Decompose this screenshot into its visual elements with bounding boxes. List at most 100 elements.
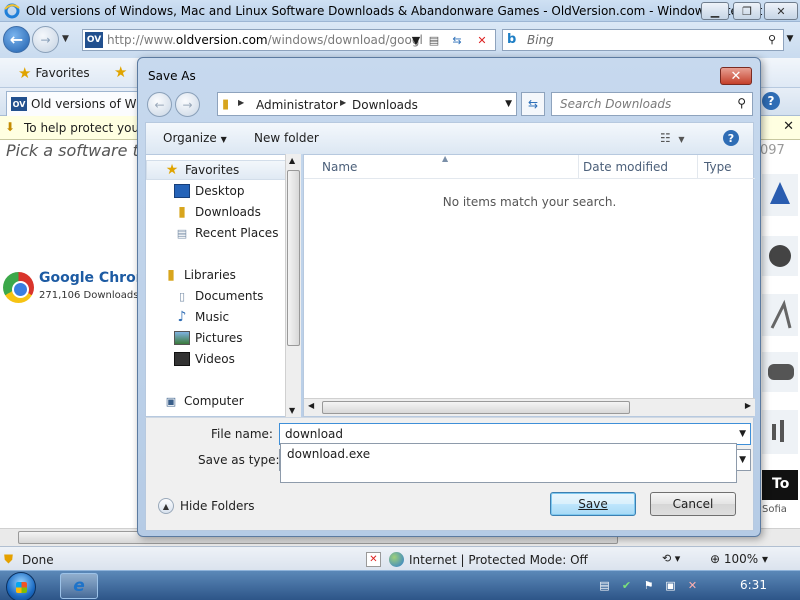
search-icon[interactable]: ⚲: [737, 96, 746, 110]
scroll-right-icon[interactable]: ▶: [745, 401, 751, 410]
breadcrumb-arrow-icon[interactable]: ▶: [238, 98, 244, 107]
nav-documents[interactable]: ▯ Documents: [146, 286, 286, 306]
breadcrumb[interactable]: ▮ ▶ Administrator ▶ Downloads ▼: [217, 92, 517, 116]
nav-libraries[interactable]: ▮ Libraries: [146, 265, 286, 285]
nav-videos-label: Videos: [195, 352, 235, 366]
infobar-text: To help protect your: [24, 121, 145, 135]
favorites-star-icon: ★: [18, 64, 32, 82]
window-close-button[interactable]: ✕: [764, 2, 798, 20]
ie-title-bar: Old versions of Windows, Mac and Linux S…: [0, 0, 800, 22]
action-center-flag-icon[interactable]: ⚑: [641, 578, 656, 593]
stop-icon[interactable]: ✕: [472, 31, 492, 49]
compatibility-view-icon[interactable]: ▤: [424, 31, 444, 49]
save-as-type-dropdown-icon[interactable]: ▼: [739, 455, 746, 465]
volume-icon[interactable]: ✕: [685, 578, 700, 593]
file-name-value[interactable]: download: [285, 427, 343, 441]
search-options-dropdown-icon[interactable]: ▼: [780, 30, 800, 48]
folder-refresh-icon[interactable]: ⇆: [521, 92, 545, 116]
breadcrumb-dropdown-icon[interactable]: ▼: [505, 99, 512, 109]
cancel-button[interactable]: Cancel: [650, 492, 736, 516]
empty-folder-message: No items match your search.: [442, 195, 617, 209]
recent-pages-dropdown-icon[interactable]: ▼: [62, 34, 69, 44]
minimize-button[interactable]: ▁: [701, 2, 729, 20]
file-list-horizontal-scrollbar[interactable]: ◀ ▶: [304, 398, 755, 416]
taskbar-ie-icon[interactable]: e: [60, 573, 98, 599]
scroll-up-icon[interactable]: ▲: [289, 156, 295, 165]
favorites-label: Favorites: [35, 66, 90, 80]
infobar-close-icon[interactable]: ✕: [783, 119, 794, 134]
file-list-scroll-thumb[interactable]: [322, 401, 630, 414]
dialog-help-icon[interactable]: ?: [723, 130, 739, 146]
column-date-modified[interactable]: Date modified: [583, 160, 668, 174]
favorites-star-icon: ★: [165, 162, 179, 178]
column-type[interactable]: Type: [704, 160, 732, 174]
restore-button[interactable]: ❐: [733, 2, 761, 20]
file-details-area: File name: download ▼ Save as type: ▼ do…: [145, 417, 754, 531]
navigation-scroll-thumb[interactable]: [287, 170, 300, 346]
chrome-logo-icon[interactable]: [3, 272, 34, 303]
nav-videos[interactable]: Videos: [146, 349, 286, 369]
software-listing-name[interactable]: Google Chrom: [39, 270, 150, 286]
clock[interactable]: 6:31: [740, 578, 767, 592]
breadcrumb-arrow-icon[interactable]: ▶: [340, 98, 346, 107]
favorites-button[interactable]: ★ Favorites: [12, 63, 96, 83]
dialog-back-button[interactable]: ←: [147, 92, 172, 117]
nav-computer[interactable]: ▣ Computer: [146, 391, 286, 411]
downloads-folder-icon: ▮: [178, 204, 186, 220]
nav-music[interactable]: ♪ Music: [146, 307, 286, 327]
browser-tab[interactable]: OV Old versions of Wind: [6, 91, 155, 116]
chevron-down-icon: ▼: [220, 135, 227, 144]
address-text[interactable]: http://www.oldversion.com/windows/downlo…: [107, 33, 423, 47]
scroll-down-icon[interactable]: ▼: [289, 406, 295, 415]
refresh-icon[interactable]: ⇆: [447, 31, 467, 49]
breadcrumb-downloads[interactable]: Downloads: [352, 98, 418, 112]
network-icon[interactable]: ▣: [663, 578, 678, 593]
dialog-title: Save As: [148, 69, 196, 83]
forward-button[interactable]: →: [32, 26, 59, 53]
new-folder-button[interactable]: New folder: [254, 131, 319, 145]
file-list[interactable]: Name ▲ Date modified Type No items match…: [303, 154, 755, 417]
navigation-scrollbar[interactable]: ▲ ▼: [285, 154, 301, 417]
file-name-field[interactable]: download ▼: [279, 423, 751, 445]
nav-pictures[interactable]: Pictures: [146, 328, 286, 348]
computer-icon: ▣: [165, 394, 177, 408]
nav-favorites[interactable]: ★ Favorites: [146, 160, 286, 180]
help-icon[interactable]: ?: [762, 92, 780, 110]
address-dropdown-icon[interactable]: ▼: [406, 31, 426, 49]
start-button[interactable]: [6, 572, 36, 600]
nav-recent-label: Recent Places: [195, 226, 279, 240]
popup-blocked-icon[interactable]: ✕: [366, 552, 381, 567]
folder-search-input[interactable]: Search Downloads ⚲: [551, 92, 753, 116]
tab-favicon-icon: OV: [11, 97, 27, 111]
nav-computer-label: Computer: [184, 394, 244, 408]
nav-recent-places[interactable]: ▤ Recent Places: [146, 223, 286, 243]
taskbar: e ▤ ✔ ⚑ ▣ ✕ 6:31: [0, 570, 800, 600]
address-row: ← → ▼ OV http://www.oldversion.com/windo…: [0, 22, 800, 58]
zoom-level[interactable]: ⊕ 100% ▾: [710, 552, 768, 566]
nav-downloads[interactable]: ▮ Downloads: [146, 202, 286, 222]
sort-ascending-icon: ▲: [442, 154, 449, 163]
back-button[interactable]: ←: [3, 26, 30, 53]
change-view-button[interactable]: ☷ ▼: [660, 131, 685, 145]
save-as-type-option[interactable]: download.exe: [287, 447, 370, 461]
organize-button[interactable]: Organize ▼: [163, 131, 227, 145]
save-button[interactable]: Save: [550, 492, 636, 516]
tray-security-icon[interactable]: ✔: [619, 578, 634, 593]
dialog-forward-button[interactable]: →: [175, 92, 200, 117]
column-name[interactable]: Name: [322, 160, 357, 174]
dialog-close-button[interactable]: ✕: [720, 67, 752, 85]
documents-icon: ▯: [178, 289, 186, 303]
search-box[interactable]: b Bing: [502, 29, 784, 51]
file-name-dropdown-icon[interactable]: ▼: [739, 429, 746, 439]
tray-document-icon[interactable]: ▤: [597, 578, 612, 593]
hide-folders-button[interactable]: ▲ Hide Folders: [158, 498, 255, 514]
add-favorite-icon[interactable]: ★: [114, 63, 127, 81]
site-favicon-icon: OV: [85, 32, 103, 48]
protected-mode-icon[interactable]: ⟲ ▾: [662, 552, 680, 565]
save-as-dialog: Save As ✕ ← → ▮ ▶ Administrator ▶ Downlo…: [137, 57, 761, 537]
breadcrumb-administrator[interactable]: Administrator: [256, 98, 338, 112]
search-icon[interactable]: ⚲: [762, 30, 782, 48]
save-as-type-dropdown-list[interactable]: download.exe: [280, 443, 737, 483]
scroll-left-icon[interactable]: ◀: [308, 401, 314, 410]
nav-desktop[interactable]: Desktop: [146, 181, 286, 201]
